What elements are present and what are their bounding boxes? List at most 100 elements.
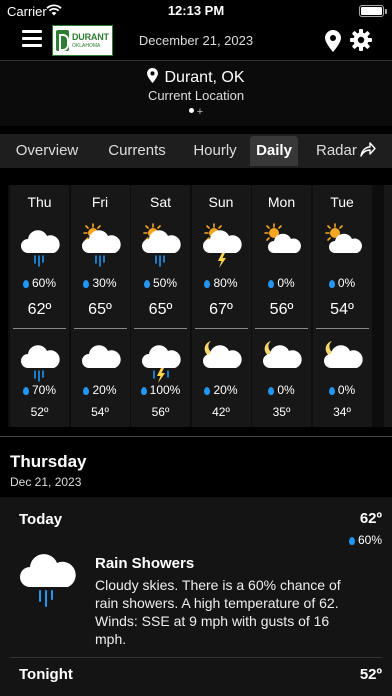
location-label: Current Location [147, 88, 245, 103]
forecast-day-column[interactable]: Sun 80% 67º 20% 42º [191, 185, 251, 427]
logo-sub: OKLAHOMA [72, 43, 101, 49]
moon-cloud-icon [323, 338, 363, 389]
forecast-night-precip: 20% [192, 383, 251, 397]
raindrop-icon [328, 280, 335, 288]
forecast-divider [315, 328, 369, 329]
period-temp: 62º [359, 510, 382, 527]
thunder-rain-cloud-icon [141, 338, 181, 389]
forecast-divider [255, 328, 308, 329]
moon-cloud-icon [202, 338, 242, 389]
day-detail: Thursday Dec 21, 2023 Today 62º 60% Rain… [0, 437, 392, 696]
battery-icon [359, 5, 387, 17]
forecast-night-precip: 100% [131, 383, 190, 397]
raindrop-icon [22, 387, 29, 395]
status-bar: Carrier 12:13 PM [0, 0, 392, 22]
raindrop-icon [204, 387, 211, 395]
location-pager[interactable]: + [0, 106, 392, 118]
forecast-high-temp: 65º [148, 301, 173, 318]
next-day-column-peek [384, 185, 392, 427]
raindrop-icon [204, 280, 211, 288]
forecast-day-name: Sun [208, 194, 234, 210]
forecast-divider [73, 328, 127, 329]
tab-hourly[interactable]: Hourly [186, 136, 244, 166]
logo-name: DURANT [72, 32, 109, 42]
forecast-high-temp: 56º [269, 301, 294, 318]
forecast-low-temp: 52º [30, 405, 49, 419]
forecast-day-column[interactable]: Tue 0% 54º 0% 34º [312, 185, 372, 427]
durant-logo: DURANT OKLAHOMA [52, 25, 113, 56]
cloud-icon [81, 338, 121, 389]
period-precip: 60% [348, 533, 382, 547]
forecast-day-precip: 60% [10, 276, 69, 290]
forecast-night-precip: 70% [10, 383, 69, 397]
header-date: December 21, 2023 [138, 33, 254, 48]
forecast-low-temp: 34º [333, 405, 351, 419]
tab-radar[interactable]: Radar [306, 136, 392, 166]
forecast-high-temp: 62º [27, 301, 52, 318]
forecast-day-column[interactable]: Thu 60% 62º 70% 52º [10, 185, 69, 427]
forecast-day-column[interactable]: Sat 50% 65º 100% 56º [131, 185, 190, 427]
forecast-day-name: Fri [91, 194, 109, 210]
forecast-high-temp: 54º [330, 301, 354, 318]
moon-cloud-icon [262, 338, 302, 389]
forecast-low-temp: 42º [212, 405, 230, 419]
app-header: DURANT OKLAHOMA December 21, 2023 [0, 22, 392, 60]
rain-cloud-icon [20, 223, 60, 274]
sun-rain-cloud-icon [141, 223, 181, 274]
raindrop-icon [348, 537, 355, 545]
forecast-divider [134, 328, 187, 329]
forecast-day-precip: 0% [252, 276, 311, 290]
raindrop-icon [268, 387, 275, 395]
share-icon [360, 142, 376, 157]
forecast-day-precip: 80% [192, 276, 251, 290]
forecast-divider [13, 328, 66, 329]
forecast-day-column[interactable]: Fri 30% 65º 20% 54º [70, 185, 130, 427]
detail-day-date: Dec 21, 2023 [10, 475, 82, 489]
forecast-day-name: Tue [330, 194, 354, 210]
raindrop-icon [83, 280, 90, 288]
page-dot [188, 108, 194, 113]
sun-cloud-icon [262, 223, 302, 274]
forecast-night-precip: 0% [252, 383, 311, 397]
location-pin-icon[interactable] [325, 30, 341, 52]
condition-title: Rain Showers [95, 555, 195, 572]
location-pin-icon [147, 68, 159, 83]
rain-cloud-icon [20, 554, 76, 607]
raindrop-icon [268, 280, 275, 288]
add-location-button[interactable]: + [197, 106, 203, 118]
daily-forecast-strip[interactable]: Thu 60% 62º 70% 52º Fri 30% 65º 20% 54º Sat 50% 65º 1… [8, 185, 392, 427]
forecast-high-temp: 65º [88, 301, 112, 318]
raindrop-icon [22, 280, 29, 288]
forecast-day-precip: 0% [313, 276, 372, 290]
rain-cloud-icon [20, 338, 60, 389]
forecast-day-column[interactable]: Mon 0% 56º 0% 35º [252, 185, 311, 427]
tab-bar: Overview Currents Hourly Daily Radar [0, 134, 392, 168]
raindrop-icon [143, 280, 150, 288]
period-card: Today 62º 60% Rain Showers Cloudy skies.… [0, 497, 392, 696]
tab-daily[interactable]: Daily [250, 136, 298, 166]
forecast-low-temp: 56º [151, 405, 170, 419]
raindrop-icon [328, 387, 335, 395]
tab-overview[interactable]: Overview [6, 136, 88, 166]
gear-icon[interactable] [350, 29, 372, 51]
period-label: Today [19, 511, 63, 528]
forecast-day-precip: 50% [131, 276, 190, 290]
forecast-high-temp: 67º [209, 301, 233, 318]
forecast-low-temp: 54º [91, 405, 109, 419]
sun-thunder-cloud-icon [202, 223, 242, 274]
raindrop-icon [140, 387, 147, 395]
tab-currents[interactable]: Currents [94, 136, 180, 166]
card-divider [10, 657, 382, 658]
forecast-day-precip: 30% [71, 276, 130, 290]
location-panel[interactable]: Durant, OK Current Location + [0, 60, 392, 126]
raindrop-icon [83, 387, 90, 395]
clock: 12:13 PM [167, 3, 225, 18]
sun-rain-cloud-icon [81, 223, 121, 274]
forecast-night-precip: 20% [71, 383, 130, 397]
menu-icon[interactable] [22, 30, 42, 48]
sun-cloud-icon [323, 223, 363, 274]
forecast-divider [194, 328, 248, 329]
detail-day-title: Thursday [10, 452, 87, 471]
forecast-night-precip: 0% [313, 383, 372, 397]
forecast-low-temp: 35º [272, 405, 291, 419]
